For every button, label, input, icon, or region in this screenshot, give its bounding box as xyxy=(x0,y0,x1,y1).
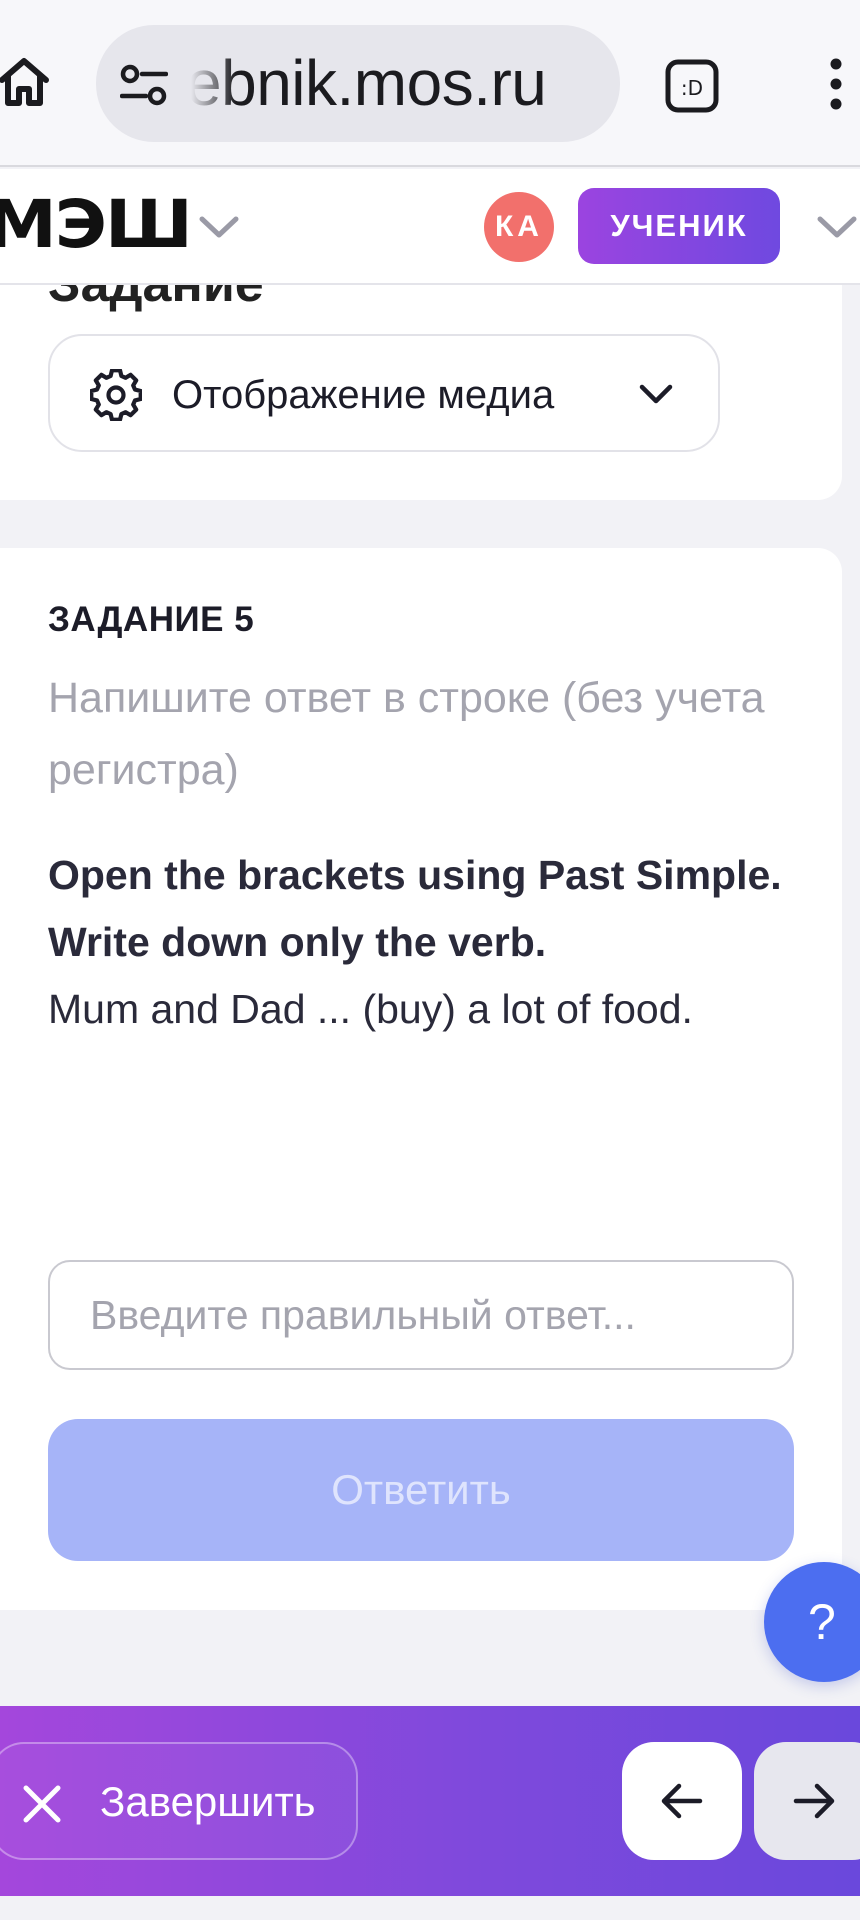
tab-switcher-icon[interactable]: :D xyxy=(664,58,720,114)
avatar[interactable]: КА xyxy=(484,192,554,262)
address-bar[interactable]: ebnik.mos.ru xyxy=(96,25,620,142)
task-card: ЗАДАНИЕ 5 Напишите ответ в строке (без у… xyxy=(0,548,842,1610)
finish-button[interactable]: Завершить xyxy=(0,1742,358,1860)
bottom-navigation-bar: Завершить xyxy=(0,1706,860,1920)
next-task-button[interactable] xyxy=(754,1742,860,1860)
url-text: ebnik.mos.ru xyxy=(186,47,547,119)
site-settings-icon[interactable] xyxy=(119,63,169,107)
more-vert-icon[interactable] xyxy=(826,58,846,110)
url-fade xyxy=(180,25,236,142)
help-label: ? xyxy=(808,1594,836,1650)
arrow-left-icon xyxy=(661,1783,703,1819)
svg-text::D: :D xyxy=(681,76,703,100)
task-sentence: Mum and Dad ... (buy) a lot of food. xyxy=(48,986,693,1032)
task-settings-card: Задание Отображение медиа xyxy=(0,250,842,500)
previous-task-button[interactable] xyxy=(622,1742,742,1860)
chevron-down-icon[interactable] xyxy=(198,214,240,240)
home-icon[interactable] xyxy=(0,52,54,112)
finish-label: Завершить xyxy=(100,1778,316,1825)
browser-toolbar: ebnik.mos.ru :D xyxy=(0,0,860,167)
answer-input[interactable] xyxy=(48,1260,794,1370)
arrow-right-icon xyxy=(793,1783,835,1819)
task-instruction: Open the brackets using Past Simple. Wri… xyxy=(48,852,782,965)
role-badge[interactable]: УЧЕНИК xyxy=(578,188,780,264)
gear-icon xyxy=(90,369,142,421)
profile-chevron-down-icon[interactable] xyxy=(816,214,858,240)
mesh-logo[interactable]: МЭШ xyxy=(0,189,193,261)
task-hint: Напишите ответ в строке (без учета регис… xyxy=(48,674,765,794)
media-display-label: Отображение медиа xyxy=(172,373,555,417)
task-number: ЗАДАНИЕ 5 xyxy=(48,600,255,639)
site-header: МЭШ КА УЧЕНИК xyxy=(0,169,860,285)
submit-answer-button[interactable]: Ответить xyxy=(48,1419,794,1561)
chevron-down-icon xyxy=(639,384,673,404)
close-icon xyxy=(23,1785,61,1823)
media-display-button[interactable]: Отображение медиа xyxy=(48,334,720,452)
